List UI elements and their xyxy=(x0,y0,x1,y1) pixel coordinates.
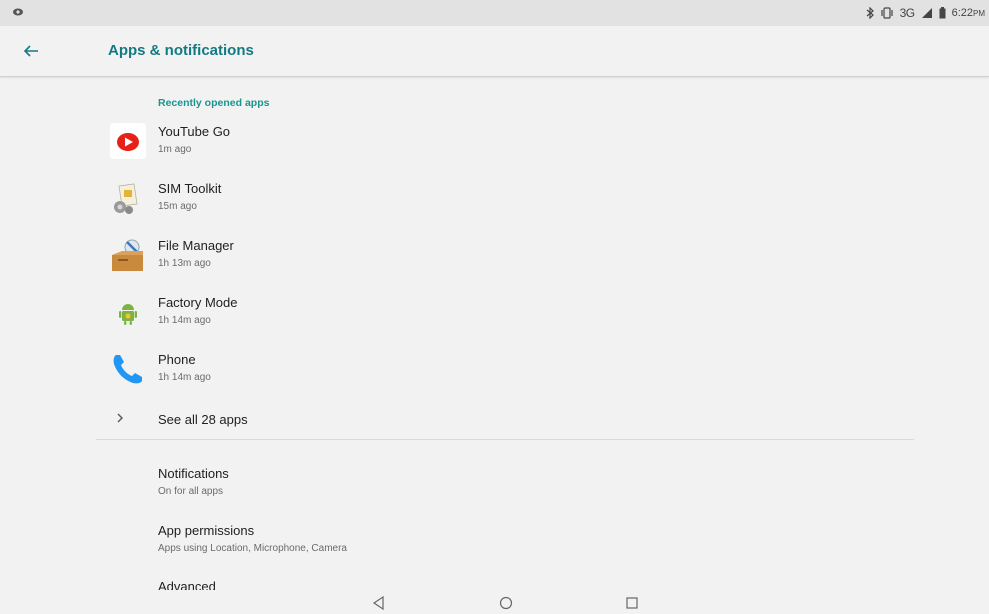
youtube-go-icon xyxy=(110,123,146,159)
app-bar: Apps & notifications xyxy=(0,26,989,77)
app-name: Factory Mode xyxy=(158,295,238,310)
setting-summary: On for all apps xyxy=(158,486,224,497)
app-permissions-setting[interactable]: App permissions Apps using Location, Mic… xyxy=(96,517,916,569)
status-bar: 3G 6:22PM xyxy=(0,0,989,26)
notifications-setting[interactable]: Notifications On for all apps xyxy=(96,460,916,512)
app-name: File Manager xyxy=(158,238,234,253)
signal-icon xyxy=(921,8,932,18)
back-arrow-icon[interactable] xyxy=(20,40,42,62)
app-last-opened: 15m ago xyxy=(158,201,197,212)
setting-title: Advanced xyxy=(158,579,216,590)
page-title: Apps & notifications xyxy=(108,42,254,59)
app-last-opened: 1h 14m ago xyxy=(158,315,211,326)
nav-back-icon[interactable] xyxy=(371,595,387,611)
section-header-recent: Recently opened apps xyxy=(158,97,270,109)
recent-app-youtube-go[interactable]: YouTube Go 1m ago xyxy=(96,117,916,173)
recent-app-file-manager[interactable]: File Manager 1h 13m ago xyxy=(96,231,916,287)
setting-title: App permissions xyxy=(158,523,255,538)
see-all-label: See all 28 apps xyxy=(158,412,248,427)
network-type: 3G xyxy=(899,6,916,20)
settings-list[interactable]: Recently opened apps YouTube Go 1m ago S… xyxy=(0,77,989,590)
recent-app-phone[interactable]: Phone 1h 14m ago xyxy=(96,345,916,401)
app-last-opened: 1h 13m ago xyxy=(158,258,211,269)
nav-home-icon[interactable] xyxy=(498,595,514,611)
battery-icon xyxy=(939,7,946,19)
vibrate-icon xyxy=(880,7,893,19)
android-icon xyxy=(119,304,137,325)
setting-summary: Apps using Location, Microphone, Camera xyxy=(158,543,347,554)
app-name: Phone xyxy=(158,352,196,367)
clock-ampm: PM xyxy=(973,9,985,18)
app-name: SIM Toolkit xyxy=(158,181,222,196)
app-last-opened: 1m ago xyxy=(158,144,192,155)
recent-app-sim-toolkit[interactable]: SIM Toolkit 15m ago xyxy=(96,174,916,230)
sim-toolkit-icon xyxy=(114,183,138,214)
phone-icon xyxy=(113,355,142,384)
file-manager-icon xyxy=(112,239,143,271)
clock: 6:22PM xyxy=(952,7,985,19)
app-name: YouTube Go xyxy=(158,124,231,139)
app-last-opened: 1h 14m ago xyxy=(158,372,211,383)
advanced-setting[interactable]: Advanced xyxy=(96,573,916,590)
bluetooth-icon xyxy=(866,7,874,19)
chevron-right-icon xyxy=(117,413,123,423)
status-icons: 3G 6:22PM xyxy=(866,5,985,21)
vpn-key-icon xyxy=(13,8,23,16)
setting-title: Notifications xyxy=(158,466,229,481)
divider xyxy=(96,439,914,440)
nav-recents-icon[interactable] xyxy=(624,595,640,611)
clock-time: 6:22 xyxy=(951,7,973,19)
recent-app-factory-mode[interactable]: Factory Mode 1h 14m ago xyxy=(96,288,916,344)
navigation-bar xyxy=(0,590,989,614)
see-all-apps-button[interactable]: See all 28 apps xyxy=(96,405,916,435)
